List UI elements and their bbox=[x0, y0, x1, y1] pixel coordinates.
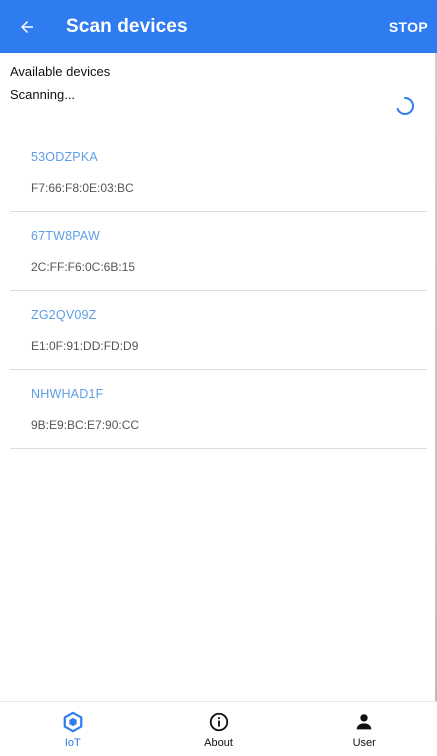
device-mac-address: E1:0F:91:DD:FD:D9 bbox=[31, 339, 139, 353]
device-mac-address: F7:66:F8:0E:03:BC bbox=[31, 181, 134, 195]
loading-spinner-icon bbox=[396, 97, 414, 115]
scanning-status: Scanning... bbox=[10, 87, 76, 102]
back-button[interactable] bbox=[2, 0, 52, 53]
nav-label-user: User bbox=[352, 737, 376, 749]
stop-button[interactable]: STOP bbox=[389, 0, 428, 53]
nav-item-iot[interactable]: IoT bbox=[0, 702, 146, 756]
person-icon bbox=[352, 710, 376, 734]
available-devices-heading: Available devices bbox=[10, 64, 111, 79]
device-mac-address: 2C:FF:F6:0C:6B:15 bbox=[31, 260, 136, 274]
app-bar: Scan devices STOP bbox=[0, 0, 437, 53]
nav-item-user[interactable]: User bbox=[291, 702, 437, 756]
device-item[interactable]: 67TW8PAW 2C:FF:F6:0C:6B:15 bbox=[10, 212, 427, 291]
device-item[interactable]: 53ODZPKA F7:66:F8:0E:03:BC bbox=[10, 133, 427, 212]
iot-hexagon-icon bbox=[61, 710, 85, 734]
page-title: Scan devices bbox=[66, 15, 188, 37]
device-item[interactable]: ZG2QV09Z E1:0F:91:DD:FD:D9 bbox=[10, 291, 427, 370]
scan-content: Available devices Scanning... 53ODZPKA F… bbox=[0, 53, 437, 701]
info-circle-icon bbox=[207, 710, 231, 734]
device-name: ZG2QV09Z bbox=[31, 308, 97, 322]
device-mac-address: 9B:E9:BC:E7:90:CC bbox=[31, 418, 140, 432]
nav-item-about[interactable]: About bbox=[146, 702, 292, 756]
device-name: 67TW8PAW bbox=[31, 229, 100, 243]
nav-label-iot: IoT bbox=[64, 737, 81, 749]
bottom-navigation: IoT About User bbox=[0, 701, 437, 756]
device-name: 53ODZPKA bbox=[31, 150, 98, 164]
nav-label-about: About bbox=[204, 737, 233, 749]
device-item[interactable]: NHWHAD1F 9B:E9:BC:E7:90:CC bbox=[10, 370, 427, 449]
arrow-left-icon bbox=[21, 20, 33, 33]
device-list: 53ODZPKA F7:66:F8:0E:03:BC 67TW8PAW 2C:F… bbox=[10, 133, 427, 449]
device-name: NHWHAD1F bbox=[31, 387, 104, 401]
